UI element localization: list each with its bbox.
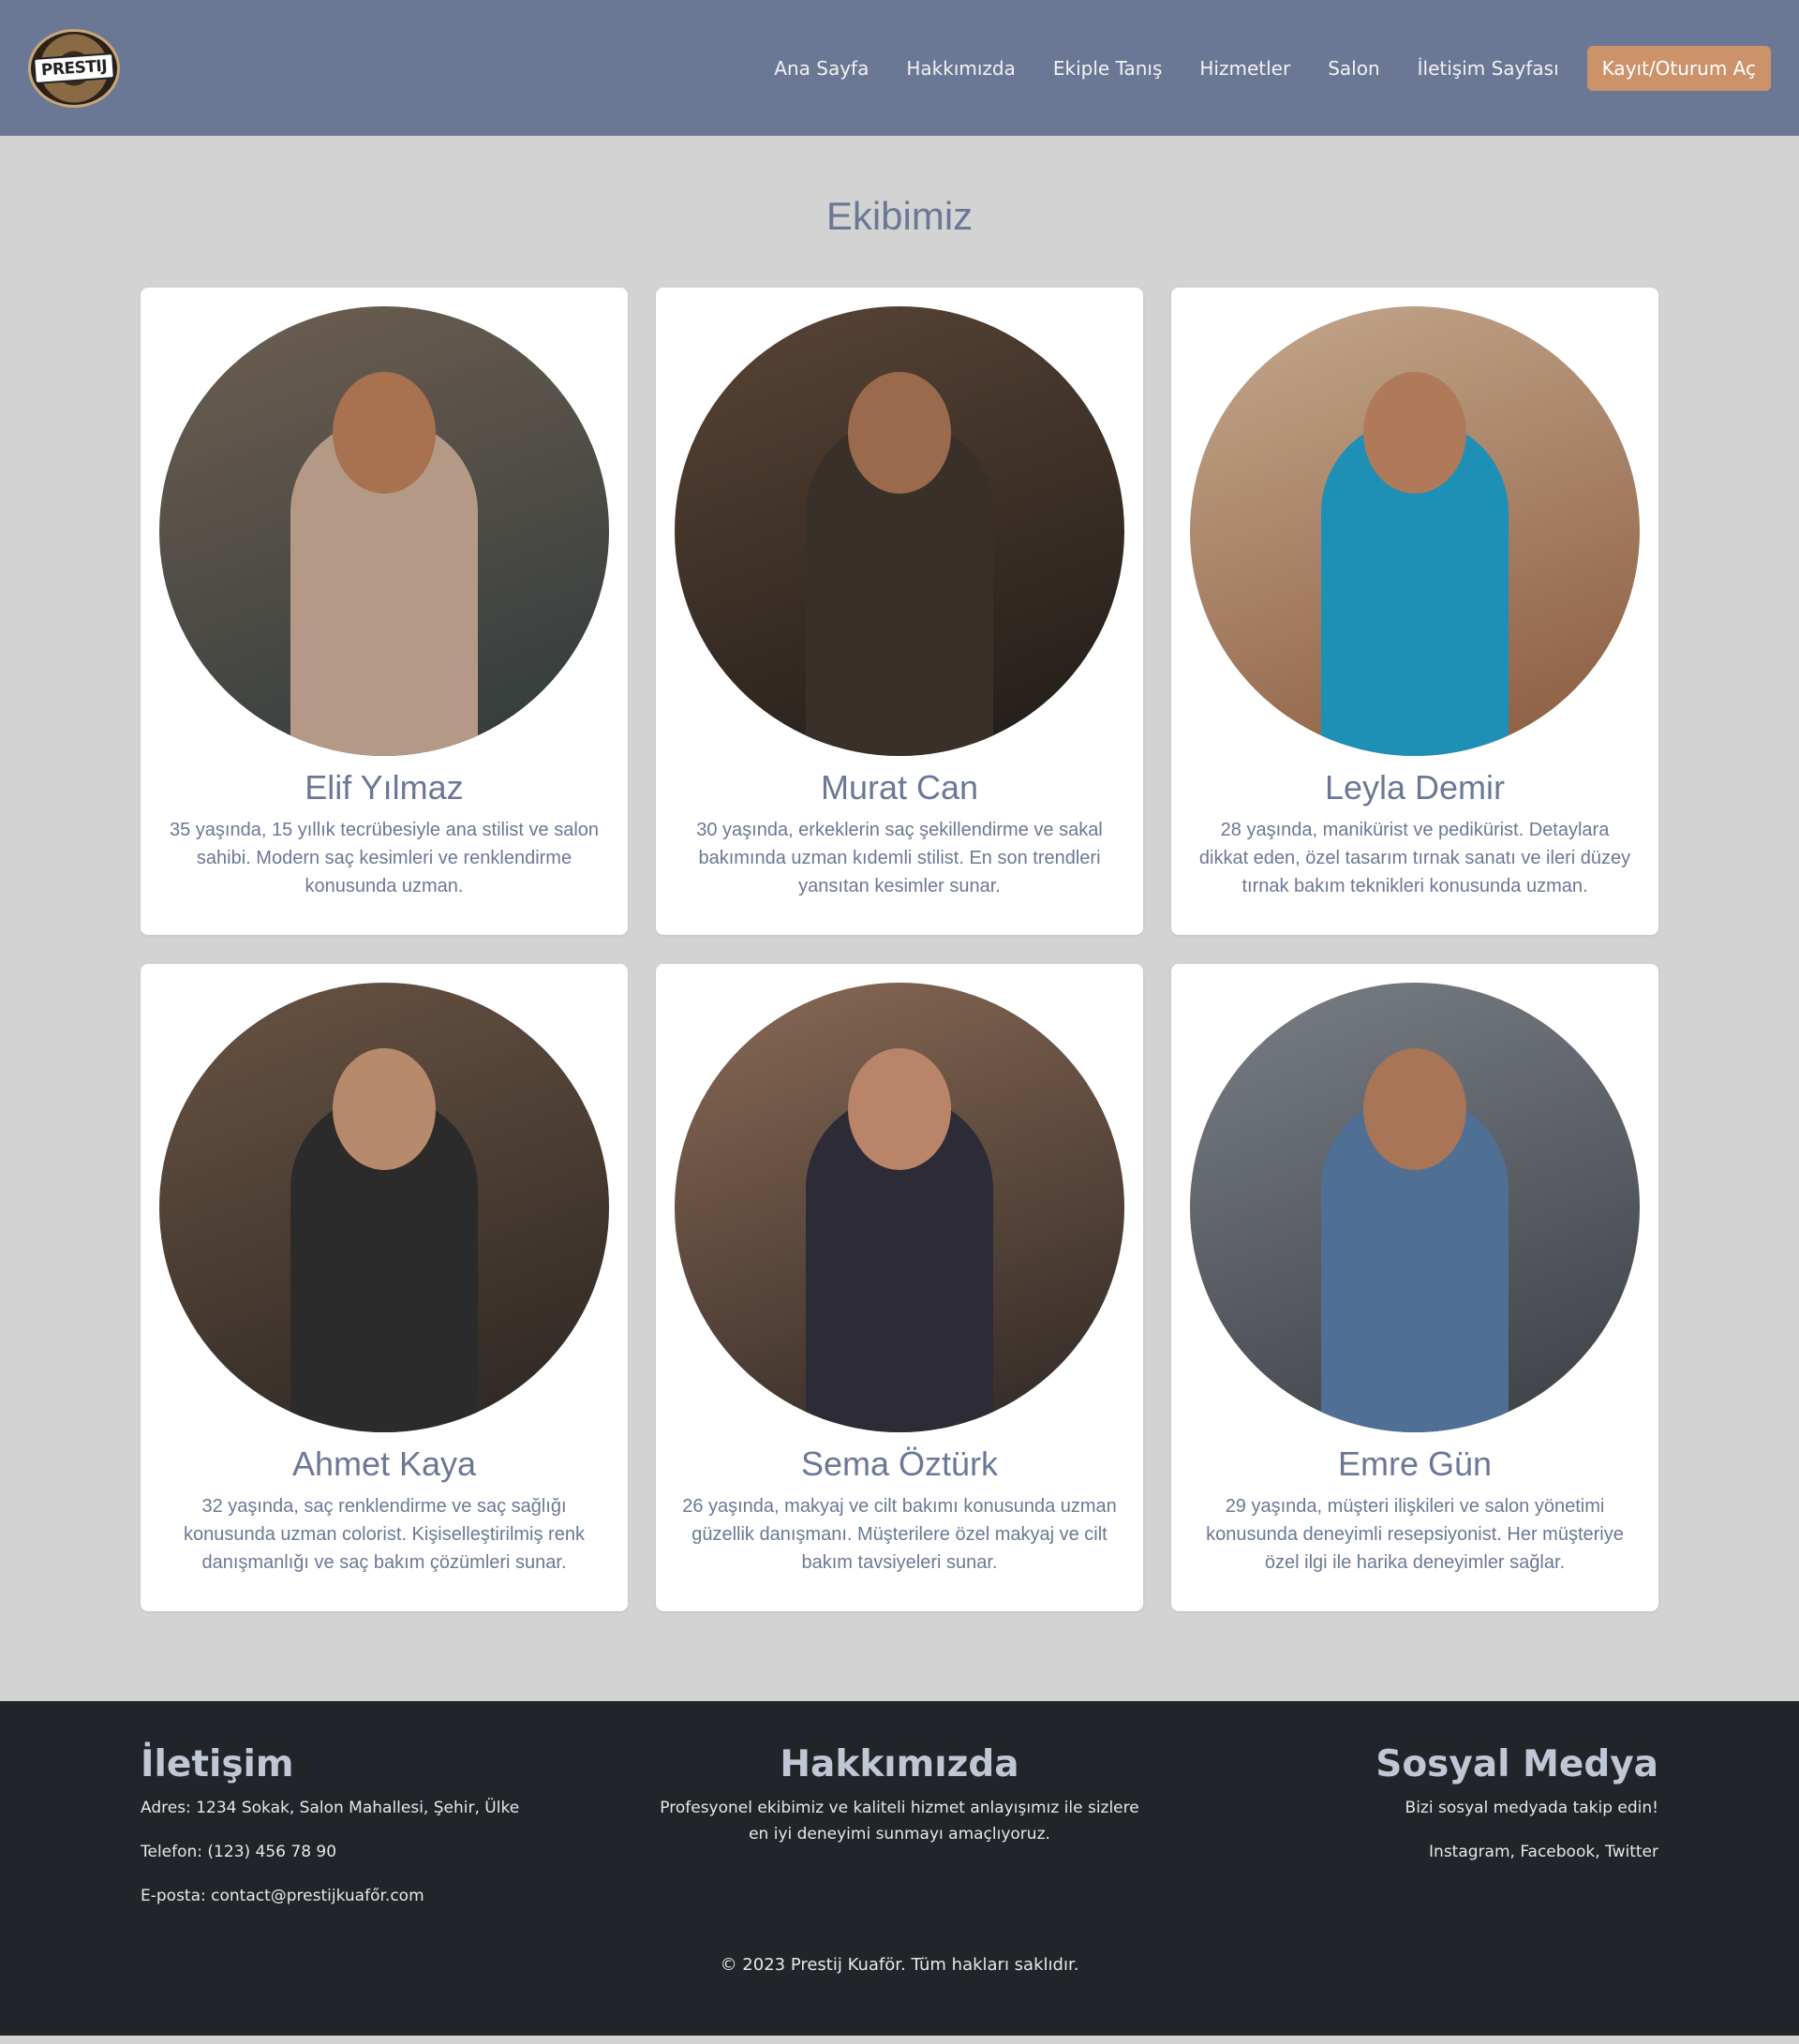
footer: İletişim Adres: 1234 Sokak, Salon Mahall… xyxy=(0,1701,1799,2036)
footer-contact: İletişim Adres: 1234 Sokak, Salon Mahall… xyxy=(141,1743,628,1927)
nav-link-about[interactable]: Hakkımızda xyxy=(906,57,1016,80)
footer-about: Hakkımızda Profesyonel ekibimiz ve kalit… xyxy=(656,1743,1143,1927)
team-card: Ahmet Kaya 32 yaşında, saç renklendirme v… xyxy=(141,964,628,1611)
photo-head xyxy=(333,1048,436,1170)
navbar: PRESTIJ Ana Sayfa Hakkımızda Ekiple Tanı… xyxy=(0,0,1799,136)
team-member-bio: 26 yaşında, makyaj ve cilt bakımı konusu… xyxy=(682,1496,1117,1573)
copyright: © 2023 Prestij Kuaför. Tüm hakları saklı… xyxy=(720,1955,1079,1975)
team-member-name: Emre Gün xyxy=(1337,1444,1493,1483)
nav-link-team[interactable]: Ekiple Tanış xyxy=(1053,57,1163,80)
team-grid: Elif Yılmaz 35 yaşında, 15 yıllık tecrübe… xyxy=(141,288,1658,1611)
team-card: Sema Öztürk 26 yaşında, makyaj ve cilt ba… xyxy=(656,964,1143,1611)
main-content: Ekibimiz Elif Yılmaz 35 yaşında, 15 yıllı… xyxy=(0,136,1799,1701)
photo-head xyxy=(848,1048,951,1170)
footer-social: Sosyal Medya Bizi sosyal medyada takip e… xyxy=(1171,1743,1658,1927)
footer-social-text: Bizi sosyal medyada takip edin! xyxy=(1405,1799,1658,1817)
footer-social-links[interactable]: Instagram, Facebook, Twitter xyxy=(1171,1839,1658,1865)
team-member-name: Sema Öztürk xyxy=(800,1444,999,1483)
logo-text: PRESTIJ xyxy=(33,52,115,84)
footer-about-text: Profesyonel ekibimiz ve kaliteli hizmet … xyxy=(660,1799,1139,1844)
page-title: Ekibimiz xyxy=(825,194,974,238)
team-member-bio: 28 yaşında, manikürist ve pedikürist. De… xyxy=(1198,820,1631,896)
team-member-photo xyxy=(675,306,1124,756)
team-member-name: Murat Can xyxy=(820,768,979,807)
team-card: Emre Gün 29 yaşında, müşteri ilişkileri v… xyxy=(1171,964,1658,1611)
team-member-photo xyxy=(1190,306,1640,756)
team-member-bio: 32 yaşında, saç renklendirme ve saç sağl… xyxy=(184,1496,585,1573)
team-card: Leyla Demir 28 yaşında, manikürist ve ped… xyxy=(1171,288,1658,935)
login-register-button[interactable]: Kayıt/Oturum Aç xyxy=(1586,45,1771,91)
footer-social-title: Sosyal Medya xyxy=(1375,1743,1658,1785)
footer-address: Adres: 1234 Sokak, Salon Mahallesi, Şehi… xyxy=(141,1799,520,1817)
team-member-bio: 30 yaşında, erkeklerin saç şekillendirme… xyxy=(696,820,1103,896)
team-member-name: Leyla Demir xyxy=(1324,768,1506,807)
footer-contact-title: İletişim xyxy=(141,1743,294,1785)
team-member-photo xyxy=(159,306,609,756)
footer-about-title: Hakkımızda xyxy=(780,1743,1019,1785)
nav-link-contact[interactable]: İletişim Sayfası xyxy=(1418,57,1559,80)
team-member-name: Elif Yılmaz xyxy=(305,768,464,807)
team-member-photo xyxy=(675,983,1124,1432)
brand-logo[interactable]: PRESTIJ xyxy=(28,28,120,108)
team-member-name: Ahmet Kaya xyxy=(291,1444,477,1483)
team-card: Elif Yılmaz 35 yaşında, 15 yıllık tecrübe… xyxy=(141,288,628,935)
photo-head xyxy=(848,372,951,494)
main-nav: Ana Sayfa Hakkımızda Ekiple Tanış Hizmet… xyxy=(774,57,1558,80)
team-member-bio: 29 yaşında, müşteri ilişkileri ve salon … xyxy=(1206,1496,1624,1573)
photo-head xyxy=(333,372,436,494)
nav-link-salon[interactable]: Salon xyxy=(1328,57,1379,80)
team-member-bio: 35 yaşında, 15 yıllık tecrübesiyle ana s… xyxy=(169,820,600,896)
nav-link-services[interactable]: Hizmetler xyxy=(1199,57,1290,80)
footer-phone: Telefon: (123) 456 78 90 xyxy=(141,1843,337,1861)
nav-link-home[interactable]: Ana Sayfa xyxy=(774,57,869,80)
footer-email: E-posta: contact@prestijkuafőr.com xyxy=(141,1887,424,1905)
team-member-photo xyxy=(1190,983,1640,1432)
photo-head xyxy=(1363,1048,1466,1170)
team-card: Murat Can 30 yaşında, erkeklerin saç şeki… xyxy=(656,288,1143,935)
team-member-photo xyxy=(159,983,609,1432)
photo-head xyxy=(1363,372,1466,494)
